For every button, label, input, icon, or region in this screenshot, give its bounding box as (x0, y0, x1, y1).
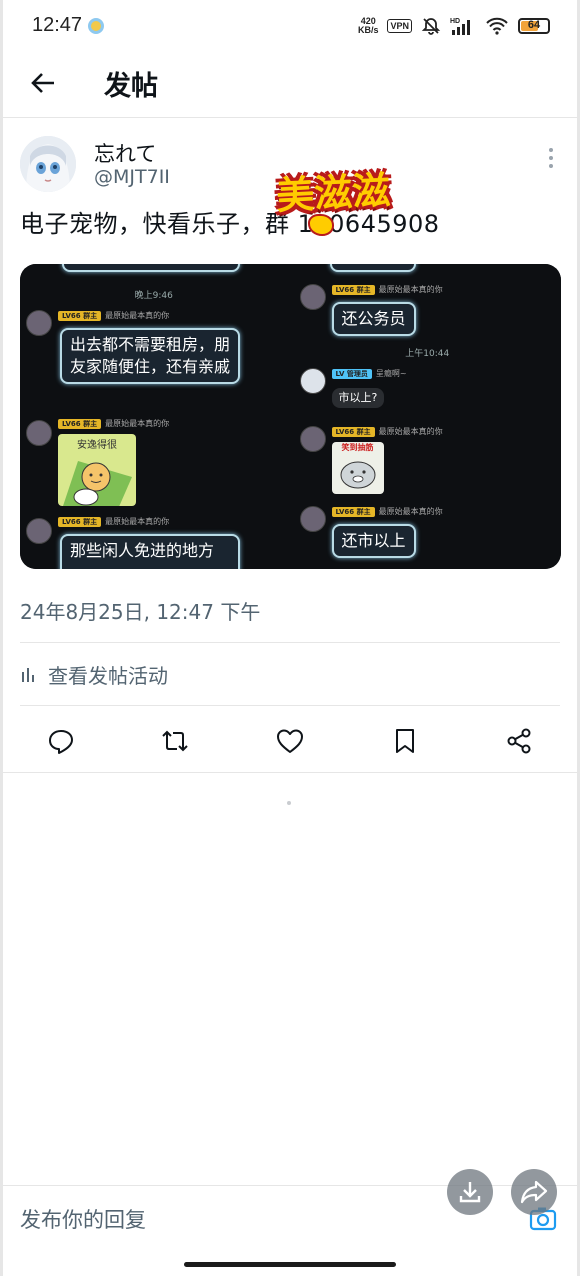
divider (20, 705, 560, 706)
svg-text:HD: HD (450, 18, 460, 25)
location-badge-icon (88, 18, 104, 34)
chat-avatar (299, 506, 326, 532)
chat-sender: 最原始最本真的你 (105, 311, 170, 320)
status-icons: 420 KB/s VPN HD 64 (358, 14, 550, 38)
chat-bubble: 还市以上 (331, 524, 416, 558)
share-button[interactable] (502, 724, 536, 758)
chat-bubble: 那些闲人免进的地方 (60, 534, 240, 569)
chat-meta: LV66 群主 最原始最本真的你 (58, 310, 169, 321)
chat-bubble-partial (329, 264, 416, 272)
like-icon (277, 729, 303, 753)
level-badge: LV66 群主 (58, 516, 102, 527)
hd-signal-icon: HD (450, 18, 470, 35)
sticker-caption: 安逸得很 (77, 440, 117, 451)
post-media[interactable]: 晚上9:46 LV66 群主 最原始最本真的你 出去都不需要租房，朋友家随便住，… (20, 264, 561, 569)
chat-avatar (26, 420, 52, 446)
bookmark-button[interactable] (388, 724, 422, 758)
like-button[interactable] (273, 724, 307, 758)
chat-meta: LV66 群主 最原始最本真的你 (331, 426, 443, 437)
sticker-overlay: 美滋滋 (275, 167, 392, 218)
more-options-icon[interactable] (544, 148, 558, 174)
chat-sender: 最原始最本真的你 (378, 507, 443, 516)
chat-meta: LV66 群主 最原始最本真的你 (331, 284, 443, 295)
activity-label: 查看发帖活动 (48, 664, 168, 688)
net-speed: 420 KB/s (358, 17, 379, 35)
reply-icon (49, 730, 73, 754)
bell-off-icon (421, 18, 441, 35)
divider (0, 772, 580, 773)
chat-sender: 最原始最本真的你 (105, 419, 170, 428)
chat-sender: 最原始最本真的你 (105, 517, 170, 526)
post-timestamp: 24年8月25日, 12:47 下午 (20, 600, 261, 624)
loading-indicator (287, 801, 291, 805)
chat-meta: LV66 群主 最原始最本真的你 (58, 418, 169, 429)
chat-meta: LV66 群主 最原始最本真的你 (331, 506, 443, 517)
chat-sender: 最原始最本真的你 (378, 285, 443, 294)
battery-icon: 64 (518, 18, 550, 34)
anime-avatar-icon (20, 136, 76, 192)
bookmark-icon (396, 729, 414, 753)
status-time: 12:47 (32, 14, 83, 36)
chat-time: 上午10:44 (405, 349, 450, 359)
download-button[interactable] (447, 1169, 493, 1215)
level-badge: LV66 群主 (331, 284, 375, 295)
chat-sticker: 笑到抽筋 (331, 442, 384, 494)
wifi-icon (486, 17, 508, 35)
top-app-bar: 发帖 (0, 52, 580, 118)
reply-button[interactable] (44, 724, 78, 758)
media-image-left[interactable]: 晚上9:46 LV66 群主 最原始最本真的你 出去都不需要租房，朋友家随便住，… (20, 264, 288, 569)
level-badge: LV66 群主 (331, 426, 375, 437)
chat-meta: LV 管理员 呈瘾啊~ (331, 368, 407, 379)
retweet-button[interactable] (158, 724, 192, 758)
chat-sender: 呈瘾啊~ (375, 369, 407, 378)
net-speed-unit: KB/s (357, 25, 379, 35)
vpn-badge: VPN (387, 19, 412, 33)
reply-composer: 发布你的回复 (0, 1185, 580, 1247)
level-badge: LV66 群主 (58, 310, 102, 321)
chat-bubble: 还公务员 (331, 302, 416, 336)
sticker-caption: 笑到抽筋 (341, 443, 374, 452)
post-action-bar (0, 712, 580, 772)
share-icon (507, 728, 531, 754)
avatar[interactable] (20, 136, 76, 192)
arrow-left-icon (31, 73, 54, 93)
back-button[interactable] (24, 64, 62, 102)
author-handle[interactable]: @MJT7II (94, 166, 170, 188)
chat-avatar (26, 310, 52, 336)
media-image-right[interactable]: LV66 群主 最原始最本真的你 还公务员 上午10:44 LV 管理员 呈瘾啊… (293, 264, 561, 569)
cartoon-cat-icon (63, 461, 132, 506)
chat-time: 晚上9:46 (134, 291, 173, 301)
chat-meta: LV66 群主 最原始最本真的你 (58, 516, 169, 527)
level-badge: LV66 群主 (331, 506, 375, 517)
status-bar: 12:47 420 KB/s VPN HD 64 (0, 0, 580, 52)
chat-avatar (299, 368, 326, 394)
chat-bubble-partial (62, 264, 240, 272)
battery-level: 64 (527, 19, 541, 31)
chat-sender: 最原始最本真的你 (378, 427, 443, 436)
chat-sticker: 安逸得很 (58, 434, 136, 506)
chat-avatar (299, 426, 326, 452)
level-badge: LV66 群主 (58, 418, 102, 429)
post-activity-link[interactable]: 查看发帖活动 (20, 660, 168, 689)
chat-bubble: 市以上? (331, 388, 385, 408)
chat-bubble: 出去都不需要租房，朋友家随便住，还有亲戚 (60, 328, 240, 384)
retweet-icon (162, 730, 188, 752)
level-badge: LV 管理员 (331, 368, 372, 379)
forward-icon (520, 1180, 548, 1204)
author-name[interactable]: 忘れて (94, 138, 156, 168)
page-title: 发帖 (104, 71, 158, 102)
bar-chart-icon (22, 667, 34, 682)
home-indicator[interactable] (184, 1262, 396, 1267)
chat-avatar (26, 518, 52, 544)
download-icon (459, 1182, 481, 1203)
divider (20, 642, 560, 643)
chat-avatar (299, 284, 326, 310)
cartoon-bear-icon (340, 461, 375, 489)
forward-button[interactable] (511, 1169, 557, 1215)
reply-input[interactable]: 发布你的回复 (20, 1204, 146, 1234)
